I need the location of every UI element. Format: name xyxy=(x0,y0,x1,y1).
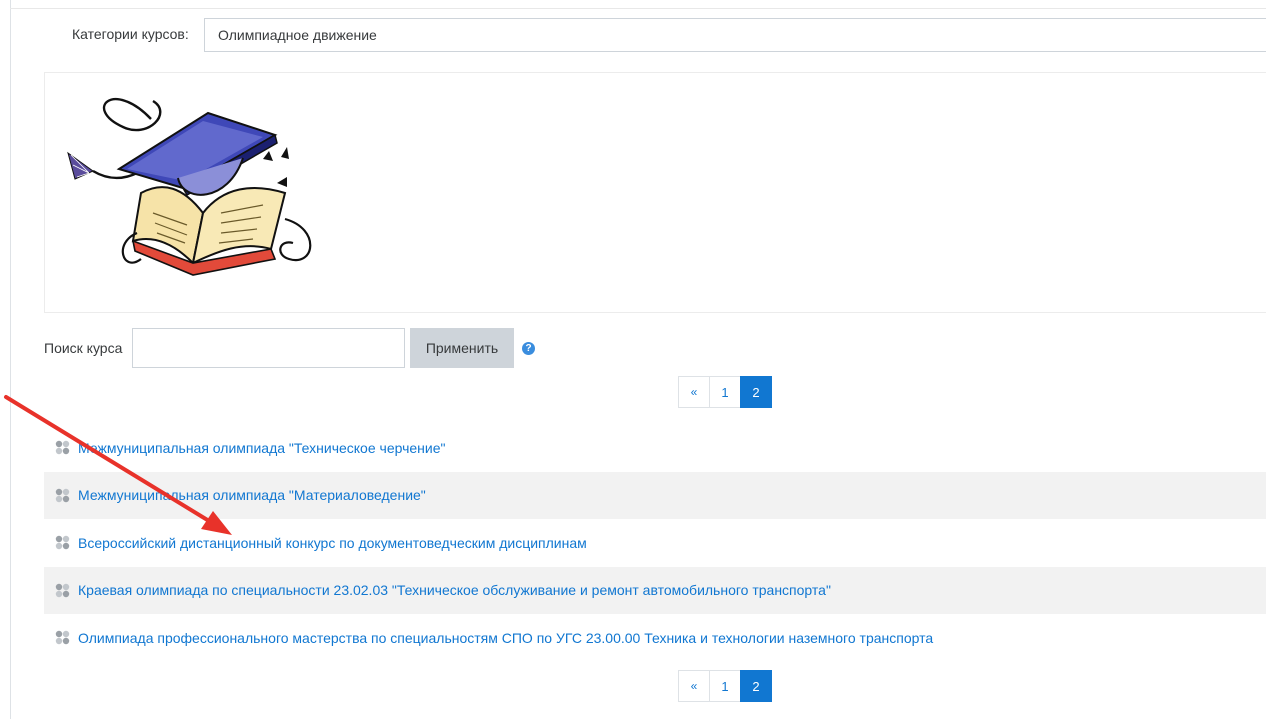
graduation-cap-book-illustration xyxy=(67,98,312,276)
course-link-vehicle-maintenance-olympiad[interactable]: Краевая олимпиада по специальности 23.02… xyxy=(78,582,831,598)
top-divider xyxy=(10,8,1266,9)
course-cluster-icon xyxy=(55,441,70,455)
category-description xyxy=(44,72,1266,313)
course-row: Олимпиада профессионального мастерства п… xyxy=(44,614,1266,662)
course-link-professional-skills-olympiad[interactable]: Олимпиада профессионального мастерства п… xyxy=(78,630,933,646)
pagination-page-1[interactable]: 1 xyxy=(709,670,741,702)
pagination-prev-link[interactable]: « xyxy=(678,670,710,702)
course-row: Краевая олимпиада по специальности 23.02… xyxy=(44,566,1266,614)
category-select[interactable]: Олимпиадное движение xyxy=(204,18,1266,52)
question-circle-icon[interactable]: ? xyxy=(522,342,535,355)
course-row: Межмуниципальная олимпиада "Техническое … xyxy=(44,424,1266,472)
pagination-page-1[interactable]: 1 xyxy=(709,376,741,408)
course-row: Межмуниципальная олимпиада "Материаловед… xyxy=(44,471,1266,519)
course-cluster-icon xyxy=(55,631,70,645)
course-row: Всероссийский дистанционный конкурс по д… xyxy=(44,519,1266,567)
course-cluster-icon xyxy=(55,583,70,597)
course-search-label: Поиск курса xyxy=(44,340,123,356)
course-search-input[interactable] xyxy=(132,328,405,368)
apply-button[interactable]: Применить xyxy=(410,328,514,368)
pagination-top: « 1 2 xyxy=(678,376,772,408)
course-list: Межмуниципальная олимпиада "Техническое … xyxy=(44,424,1266,662)
course-link-materials-science[interactable]: Межмуниципальная олимпиада "Материаловед… xyxy=(78,487,426,503)
category-label: Категории курсов: xyxy=(72,26,189,42)
course-link-document-science-contest[interactable]: Всероссийский дистанционный конкурс по д… xyxy=(78,535,587,551)
pagination-bottom: « 1 2 xyxy=(678,670,772,702)
course-link-technical-drawing[interactable]: Межмуниципальная олимпиада "Техническое … xyxy=(78,440,445,456)
left-divider xyxy=(10,0,11,719)
course-cluster-icon xyxy=(55,488,70,502)
pagination-page-2-current[interactable]: 2 xyxy=(740,376,772,408)
pagination-page-2-current[interactable]: 2 xyxy=(740,670,772,702)
pagination-prev-link[interactable]: « xyxy=(678,376,710,408)
course-cluster-icon xyxy=(55,536,70,550)
